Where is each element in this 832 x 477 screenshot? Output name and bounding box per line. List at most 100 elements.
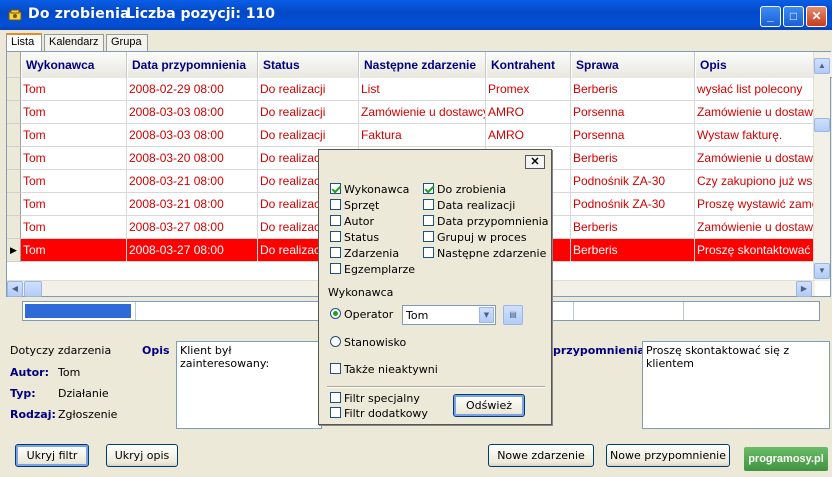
table-cell[interactable]: 2008-03-21 08:00: [127, 193, 258, 216]
table-cell[interactable]: Zamówienie u dostawcy: [359, 101, 486, 124]
radio-operator[interactable]: Operator: [330, 308, 393, 321]
scroll-right-icon[interactable]: ▶: [796, 281, 812, 297]
table-cell[interactable]: Tom: [21, 124, 127, 147]
checkbox-icon[interactable]: [423, 199, 434, 210]
table-cell[interactable]: Czy zakupiono już wszystko: [695, 170, 815, 193]
checkbox-icon[interactable]: [423, 231, 434, 242]
chevron-down-icon[interactable]: ▼: [479, 307, 494, 323]
row-header[interactable]: [7, 78, 21, 101]
table-cell[interactable]: Promex: [486, 78, 571, 101]
table-cell[interactable]: Berberis: [571, 147, 695, 170]
table-cell[interactable]: Do realizacji: [258, 78, 359, 101]
filter-checkbox[interactable]: Grupuj w proces: [423, 231, 527, 244]
popup-close-button[interactable]: ✕: [525, 155, 545, 169]
odswiez-button[interactable]: Odśwież: [453, 394, 525, 417]
ukryj-opis-button[interactable]: Ukryj opis: [106, 444, 178, 467]
table-cell[interactable]: Proszę wystawić zamówienie: [695, 193, 815, 216]
row-header[interactable]: [7, 216, 21, 239]
filter-checkbox[interactable]: Następne zdarzenie: [423, 247, 546, 260]
filter-checkbox[interactable]: Zdarzenia: [330, 247, 399, 260]
tab-lista[interactable]: Lista: [6, 33, 42, 52]
checkbox-icon[interactable]: [423, 215, 434, 226]
table-cell[interactable]: Tom: [21, 193, 127, 216]
table-cell[interactable]: 2008-03-21 08:00: [127, 170, 258, 193]
table-cell[interactable]: Tom: [21, 170, 127, 193]
table-row[interactable]: Tom 2008-03-03 08:00 Do realizacji Zamówien…: [7, 101, 815, 124]
table-cell[interactable]: 2008-03-27 08:00: [127, 239, 258, 262]
scroll-left-icon[interactable]: ◀: [7, 281, 23, 297]
table-cell[interactable]: Tom: [21, 216, 127, 239]
col-opis[interactable]: Opis: [695, 52, 815, 78]
opis-memo[interactable]: Klient był zainteresowany:: [176, 341, 322, 429]
minimize-button[interactable]: _: [760, 6, 781, 27]
table-cell[interactable]: 2008-03-03 08:00: [127, 124, 258, 147]
table-cell[interactable]: 2008-03-03 08:00: [127, 101, 258, 124]
table-cell[interactable]: Porsenna: [571, 101, 695, 124]
table-cell[interactable]: Berberis: [571, 78, 695, 101]
row-header[interactable]: [7, 147, 21, 170]
table-cell[interactable]: AMRO: [486, 124, 571, 147]
checkbox-icon[interactable]: [330, 199, 341, 210]
filter-checkbox[interactable]: Do zrobienia: [423, 183, 506, 196]
col-kontrahent[interactable]: Kontrahent: [486, 52, 571, 78]
checkbox-icon[interactable]: [423, 247, 434, 258]
row-header[interactable]: [7, 193, 21, 216]
filter-checkbox[interactable]: Data przypomnienia: [423, 215, 549, 228]
table-cell[interactable]: Tom: [21, 78, 127, 101]
filter-checkbox[interactable]: Sprzęt: [330, 199, 379, 212]
scroll-thumb[interactable]: [814, 118, 830, 132]
filter-checkbox[interactable]: Status: [330, 231, 379, 244]
table-cell[interactable]: wysłać list polecony: [695, 78, 815, 101]
table-cell[interactable]: AMRO: [486, 101, 571, 124]
checkbox-icon[interactable]: [330, 231, 341, 242]
filter-checkbox[interactable]: Wykonawca: [330, 183, 409, 196]
row-header[interactable]: [7, 101, 21, 124]
scroll-up-icon[interactable]: ▲: [814, 58, 830, 74]
table-cell[interactable]: Faktura: [359, 124, 486, 147]
checkbox-checked-icon[interactable]: [423, 183, 434, 194]
table-cell[interactable]: Zamówienie u dostawcy: [695, 216, 815, 239]
tab-grupa[interactable]: Grupa: [106, 34, 148, 51]
filter-checkbox[interactable]: Data realizacji: [423, 199, 515, 212]
table-cell[interactable]: Podnośnik ZA-30: [571, 193, 695, 216]
row-header[interactable]: [7, 170, 21, 193]
table-cell[interactable]: Tom: [21, 101, 127, 124]
table-cell[interactable]: 2008-02-29 08:00: [127, 78, 258, 101]
table-cell[interactable]: List: [359, 78, 486, 101]
checkbox-icon[interactable]: [330, 247, 341, 258]
table-cell[interactable]: Berberis: [571, 216, 695, 239]
col-nastepne-zdarzenie[interactable]: Następne zdarzenie: [359, 52, 486, 78]
table-row[interactable]: Tom 2008-03-03 08:00 Do realizacji Faktura A…: [7, 124, 815, 147]
table-cell[interactable]: Wystaw fakturę.: [695, 124, 815, 147]
filter-checkbox[interactable]: Egzemplarze: [330, 263, 415, 276]
operator-select[interactable]: Tom ▼: [402, 305, 496, 325]
radio-on-icon[interactable]: [330, 308, 341, 319]
radio-off-icon[interactable]: [330, 336, 341, 347]
close-button[interactable]: ✕: [806, 6, 827, 27]
table-cell[interactable]: Podnośnik ZA-30: [571, 170, 695, 193]
nowe-przypomnienie-button[interactable]: Nowe przypomnienie: [606, 444, 730, 467]
checkbox-icon[interactable]: [330, 363, 341, 374]
tab-kalendarz[interactable]: Kalendarz: [44, 34, 104, 51]
table-cell[interactable]: 2008-03-20 08:00: [127, 147, 258, 170]
filter-checkbox[interactable]: Autor: [330, 215, 374, 228]
filtr-dodatkowy-checkbox[interactable]: Filtr dodatkowy: [330, 407, 428, 420]
vertical-scrollbar[interactable]: ▲ ▼: [813, 52, 830, 281]
checkbox-icon[interactable]: [330, 263, 341, 274]
col-wykonawca[interactable]: Wykonawca: [21, 52, 127, 78]
table-row[interactable]: Tom 2008-02-29 08:00 Do realizacji List Prom…: [7, 78, 815, 101]
table-cell[interactable]: Do realizacji: [258, 124, 359, 147]
table-cell[interactable]: 2008-03-27 08:00: [127, 216, 258, 239]
col-status[interactable]: Status: [258, 52, 359, 78]
table-cell[interactable]: Zamówienie u dostawcy: [695, 147, 815, 170]
tree-select-icon[interactable]: ▤: [503, 305, 523, 325]
table-cell[interactable]: Porsenna: [571, 124, 695, 147]
ukryj-filtr-button[interactable]: Ukryj filtr: [15, 444, 89, 467]
checkbox-icon[interactable]: [330, 407, 341, 418]
col-sprawa[interactable]: Sprawa: [571, 52, 695, 78]
filtr-specjalny-checkbox[interactable]: Filtr specjalny: [330, 392, 420, 405]
takze-nieaktywni-checkbox[interactable]: Także nieaktywni: [330, 363, 438, 376]
table-cell[interactable]: Berberis: [571, 239, 695, 262]
col-data-przypomnienia[interactable]: Data przypomnienia: [127, 52, 258, 78]
row-pointer-icon[interactable]: ▶: [7, 239, 21, 262]
